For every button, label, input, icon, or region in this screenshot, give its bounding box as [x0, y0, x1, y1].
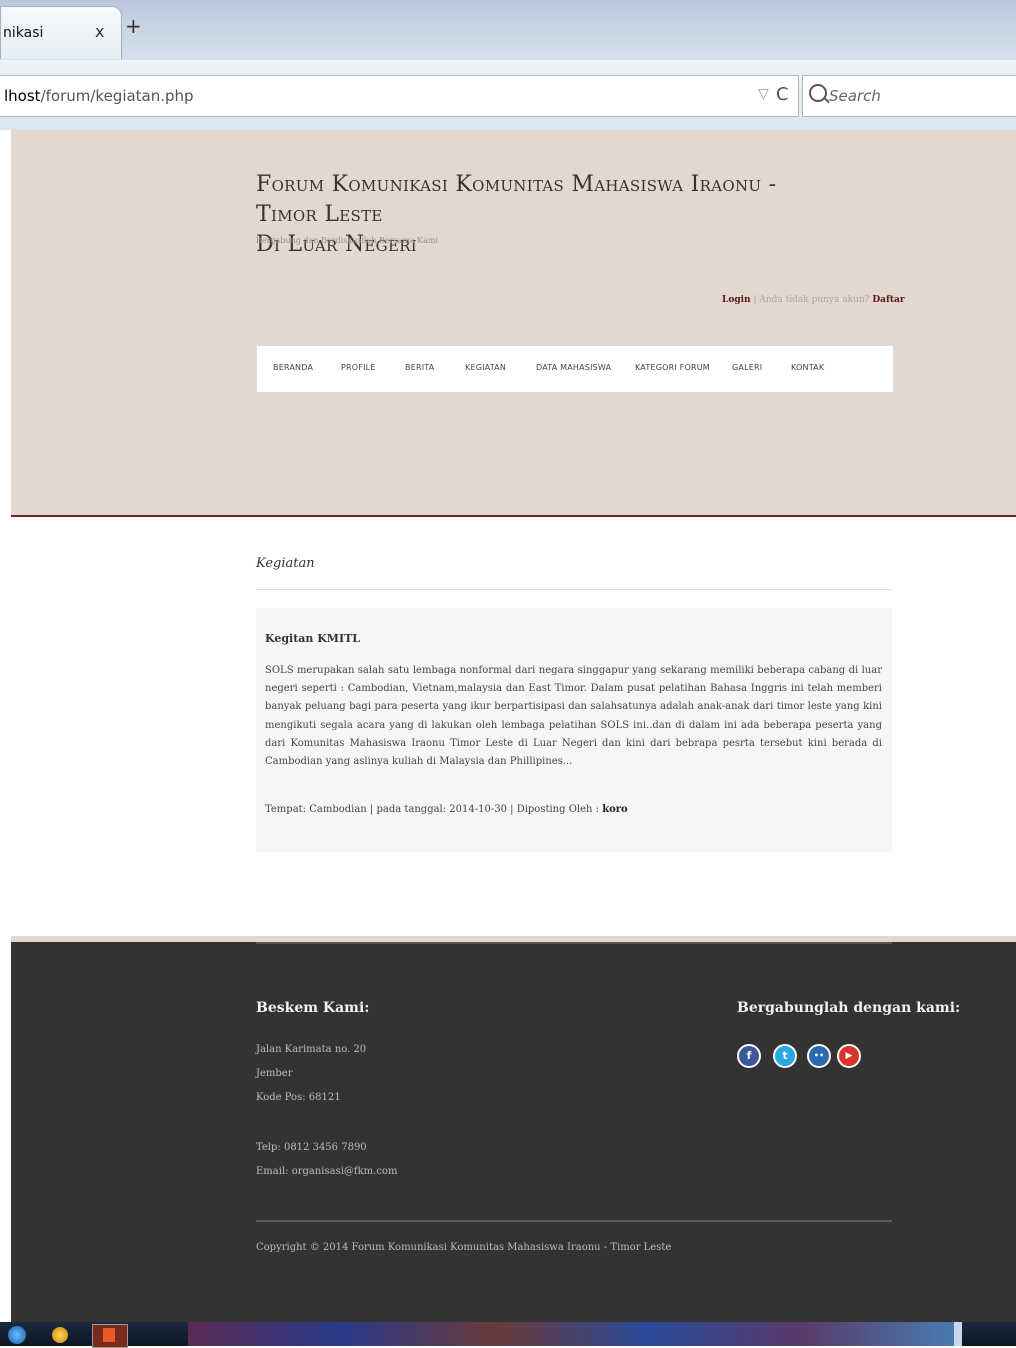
no-account-text: Anda tidak punya akun?	[759, 295, 873, 305]
title-bar: nikasi x +	[0, 0, 1016, 60]
site-subtitle: Bergabung dan Berdiskusilah Bersama Kami	[256, 236, 439, 245]
search-icon	[809, 84, 827, 102]
reload-icon[interactable]: C	[776, 84, 789, 105]
activity-title[interactable]: Kegitan KMITL	[265, 632, 360, 645]
menu-profile[interactable]: PROFILE	[341, 363, 376, 372]
main-menu: BERANDA PROFILE BERITA KEGIATAN DATA MAH…	[256, 345, 894, 393]
activity-author[interactable]: koro	[602, 804, 628, 815]
menu-data-mahasiswa[interactable]: DATA MAHASISWA	[536, 363, 611, 372]
activity-meta-text: Tempat: Cambodian | pada tanggal: 2014-1…	[265, 804, 603, 815]
search-bar[interactable]: Search	[802, 75, 1016, 117]
url-dropdown-icon[interactable]: ▽	[758, 86, 769, 102]
address-line2: Jember	[256, 1068, 293, 1079]
register-link[interactable]: Daftar	[872, 295, 904, 305]
menu-beranda[interactable]: BERANDA	[273, 363, 313, 372]
address-heading: Beskem Kami:	[256, 1000, 370, 1016]
flickr-icon[interactable]: ••	[807, 1044, 831, 1068]
site-title-line2: Di Luar Negeri	[256, 232, 418, 257]
new-tab-icon[interactable]: +	[125, 14, 142, 38]
menu-kontak[interactable]: KONTAK	[791, 363, 824, 372]
browser-chrome: nikasi x + lhost/forum/kegiatan.php ▽ C …	[0, 0, 1016, 130]
address-line3: Kode Pos: 68121	[256, 1092, 341, 1103]
phone-text: Telp: 0812 3456 7890	[256, 1142, 367, 1153]
taskbar-powerpoint-icon[interactable]	[92, 1324, 128, 1348]
url-text: lhost/forum/kegiatan.php	[4, 87, 194, 105]
taskbar-edge	[954, 1322, 962, 1346]
site-title[interactable]: Forum Komunikasi Komunitas Mahasiswa Ira…	[256, 170, 816, 260]
menu-kegiatan[interactable]: KEGIATAN	[465, 363, 506, 372]
address-line1: Jalan Karimata no. 20	[256, 1044, 367, 1055]
search-placeholder: Search	[829, 87, 881, 105]
facebook-icon[interactable]: f	[737, 1044, 761, 1068]
url-host: lhost	[4, 87, 41, 105]
tab-label: nikasi	[3, 25, 44, 41]
social-heading: Bergabunglah dengan kami:	[737, 1000, 961, 1016]
browser-tab[interactable]: nikasi x	[0, 6, 122, 59]
taskbar-app-icon[interactable]	[52, 1327, 68, 1343]
menu-galeri[interactable]: GALERI	[732, 363, 762, 372]
heading-divider	[256, 589, 892, 590]
menu-kategori-forum[interactable]: KATEGORI FORUM	[635, 363, 710, 372]
start-button-icon[interactable]	[8, 1326, 26, 1344]
menu-berita[interactable]: BERITA	[405, 363, 434, 372]
activity-card: Kegitan KMITL SOLS merupakan salah satu …	[256, 608, 892, 852]
footer-top-line	[256, 942, 892, 944]
site-footer: Beskem Kami: Jalan Karimata no. 20 Jembe…	[11, 936, 1016, 1328]
page-heading: Kegiatan	[256, 556, 315, 571]
email-text: Email: organisasi@fkm.com	[256, 1166, 398, 1177]
address-bar[interactable]: lhost/forum/kegiatan.php ▽ C	[0, 75, 799, 117]
login-link[interactable]: Login	[722, 295, 751, 305]
activity-body: SOLS merupakan salah satu lembaga nonfor…	[265, 665, 882, 768]
youtube-icon[interactable]: ▶	[837, 1044, 861, 1068]
activity-meta: Tempat: Cambodian | pada tanggal: 2014-1…	[265, 804, 628, 815]
login-line: Login | Anda tidak punya akun? Daftar	[722, 295, 905, 305]
site-title-line1: Forum Komunikasi Komunitas Mahasiswa Ira…	[256, 172, 777, 227]
os-taskbar	[0, 1322, 1016, 1348]
url-path: /forum/kegiatan.php	[40, 87, 194, 105]
footer-divider	[256, 1220, 892, 1222]
close-tab-icon[interactable]: x	[95, 22, 104, 41]
twitter-icon[interactable]: t	[773, 1044, 797, 1068]
copyright-text: Copyright © 2014 Forum Komunikasi Komuni…	[256, 1242, 672, 1253]
site-header: Forum Komunikasi Komunitas Mahasiswa Ira…	[11, 130, 1016, 517]
taskbar-window-strip	[188, 1322, 954, 1346]
